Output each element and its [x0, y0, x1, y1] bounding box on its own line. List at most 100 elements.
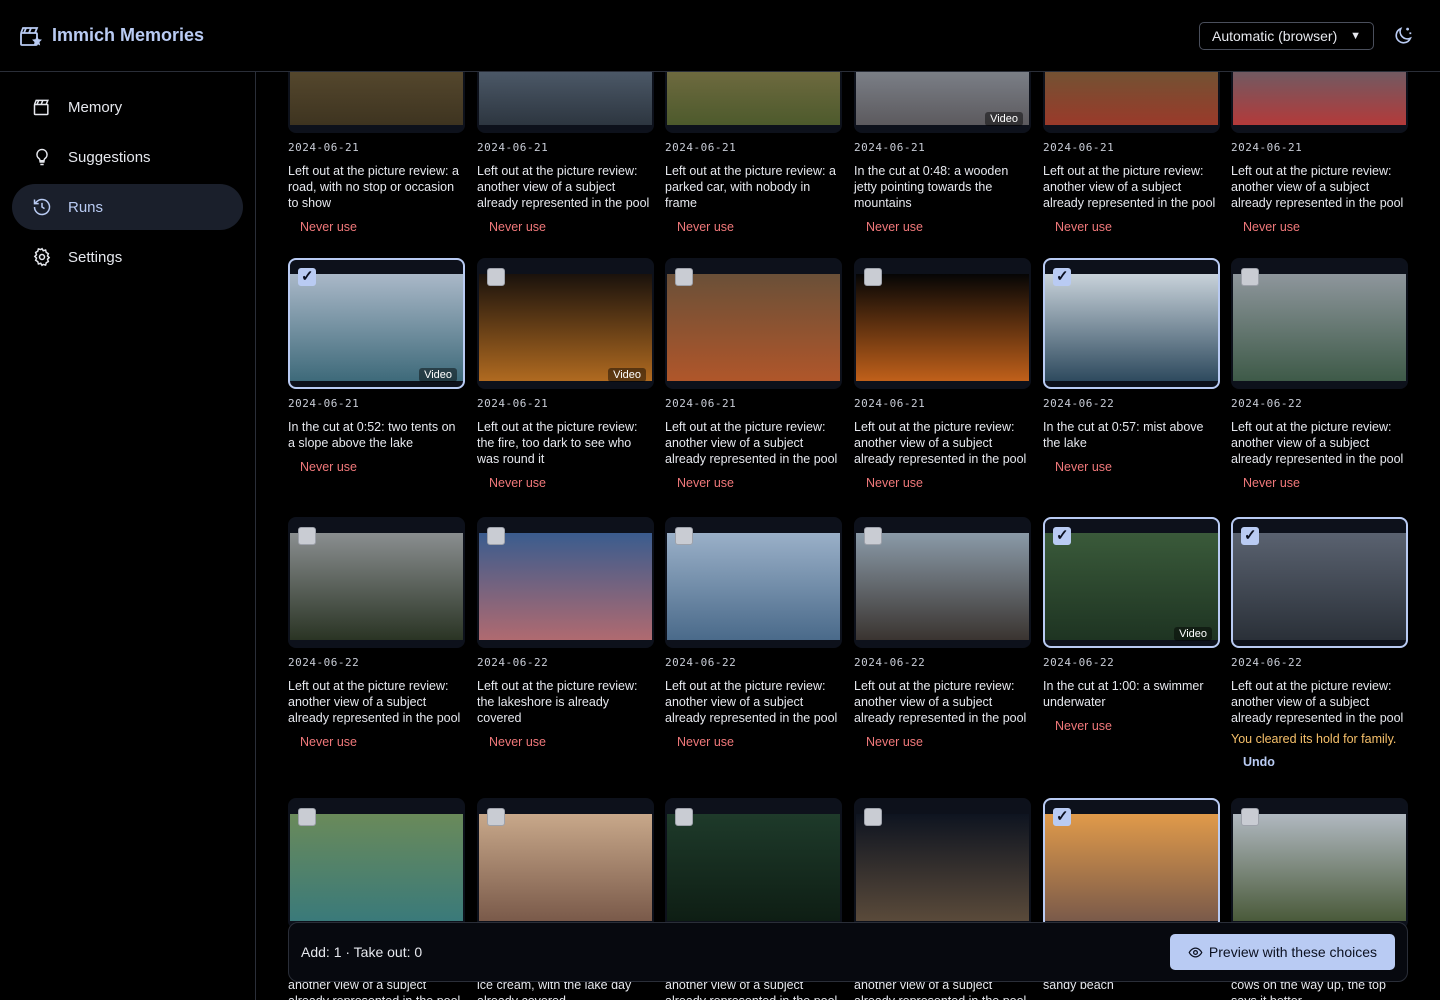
never-use-button[interactable]: Never use [489, 476, 654, 490]
select-checkbox[interactable] [1053, 807, 1071, 826]
never-use-button[interactable]: Never use [677, 220, 842, 234]
moon-icon[interactable] [1392, 25, 1414, 47]
hold-cleared-note: You cleared its hold for family. [1231, 732, 1397, 746]
select-checkbox[interactable] [1053, 526, 1071, 545]
sidebar-item-label: Memory [68, 98, 123, 116]
never-use-button[interactable]: Never use [866, 220, 1031, 234]
select-checkbox[interactable] [1241, 526, 1259, 545]
candidate-description: Left out at the picture review: another … [1231, 420, 1404, 466]
candidate-description: In the cut at 0:52: two tents on a slope… [288, 420, 456, 450]
candidate-thumbnail[interactable] [477, 798, 654, 929]
select-checkbox[interactable] [864, 268, 882, 286]
candidate-description: Left out at the picture review: another … [1043, 164, 1216, 210]
history-icon [33, 198, 51, 216]
candidate-thumbnail[interactable] [288, 72, 465, 133]
thumbnail-image [667, 274, 840, 381]
candidate-card: 2024-06-22 Left out at the picture review… [288, 517, 465, 749]
undo-button[interactable]: Undo [1243, 755, 1408, 769]
select-checkbox[interactable] [1241, 808, 1259, 826]
never-use-button[interactable]: Never use [489, 735, 654, 749]
thumbnail-image [290, 72, 463, 125]
candidate-card: 2024-06-22 Left out at the picture review… [1231, 258, 1408, 490]
candidate-thumbnail[interactable]: Video [477, 258, 654, 389]
candidate-date: 2024-06-22 [1043, 656, 1115, 669]
never-use-button[interactable]: Never use [866, 476, 1031, 490]
select-checkbox[interactable] [675, 808, 693, 826]
select-checkbox[interactable] [487, 268, 505, 286]
sidebar-item-settings[interactable]: Settings [12, 234, 243, 280]
candidate-description: Left out at the picture review: another … [665, 420, 838, 466]
select-checkbox[interactable] [298, 808, 316, 826]
candidate-thumbnail[interactable] [854, 798, 1031, 929]
theme-select[interactable]: Automatic (browser) ▼ [1199, 22, 1374, 50]
never-use-button[interactable]: Never use [300, 460, 465, 474]
candidate-description: Left out at the picture review: another … [1231, 164, 1404, 210]
never-use-button[interactable]: Never use [677, 476, 842, 490]
candidate-card: 2024-06-22 Left out at the picture review… [477, 517, 654, 749]
thumbnail-image [290, 533, 463, 640]
thumbnail-image [1233, 72, 1406, 125]
never-use-button[interactable]: Never use [1243, 220, 1408, 234]
candidate-description: Left out at the picture review: another … [665, 679, 838, 725]
never-use-button[interactable]: Never use [677, 735, 842, 749]
sidebar-item-runs[interactable]: Runs [12, 184, 243, 230]
never-use-button[interactable]: Never use [1055, 460, 1220, 474]
never-use-button[interactable]: Never use [1055, 719, 1220, 733]
candidate-thumbnail[interactable] [288, 798, 465, 929]
preview-button-label: Preview with these choices [1208, 944, 1377, 960]
candidate-thumbnail[interactable] [854, 517, 1031, 648]
candidate-thumbnail[interactable] [1043, 798, 1220, 929]
thumbnail-image [290, 814, 463, 921]
select-checkbox[interactable] [298, 527, 316, 545]
select-checkbox[interactable] [675, 268, 693, 286]
select-checkbox[interactable] [487, 808, 505, 826]
brand[interactable]: Immich Memories [18, 24, 204, 48]
candidate-thumbnail[interactable] [1231, 258, 1408, 389]
candidate-description: Left out at the picture review: another … [854, 679, 1027, 725]
never-use-button[interactable]: Never use [866, 735, 1031, 749]
select-checkbox[interactable] [675, 527, 693, 545]
select-checkbox[interactable] [487, 527, 505, 545]
candidate-card: 2024-06-21 Left out at the picture review… [288, 72, 465, 234]
never-use-button[interactable]: Never use [300, 220, 465, 234]
candidate-thumbnail[interactable] [1231, 72, 1408, 133]
candidate-thumbnail[interactable]: Video [854, 72, 1031, 133]
thumbnail-image [667, 72, 840, 125]
candidate-date: 2024-06-22 [1231, 397, 1303, 410]
select-checkbox[interactable] [1241, 268, 1259, 286]
sidebar-item-suggestions[interactable]: Suggestions [12, 134, 243, 180]
candidate-thumbnail[interactable] [288, 517, 465, 648]
preview-button[interactable]: Preview with these choices [1169, 934, 1395, 970]
candidate-date: 2024-06-21 [854, 397, 926, 410]
candidate-thumbnail[interactable] [854, 258, 1031, 389]
candidate-thumbnail[interactable] [477, 517, 654, 648]
candidate-thumbnail[interactable] [665, 258, 842, 389]
clapperboard-icon [33, 99, 49, 116]
candidate-thumbnail[interactable]: Video [288, 258, 465, 389]
candidate-description: Left out at the picture review: a parked… [665, 164, 836, 210]
thumbnail-image [856, 274, 1029, 381]
candidate-card: 2024-06-21 Left out at the picture review… [1231, 72, 1408, 234]
candidate-thumbnail[interactable] [1231, 517, 1408, 648]
candidate-thumbnail[interactable] [1043, 258, 1220, 389]
sidebar-item-memory[interactable]: Memory [12, 84, 243, 130]
select-checkbox[interactable] [864, 808, 882, 826]
candidate-thumbnail[interactable] [665, 72, 842, 133]
select-checkbox[interactable] [298, 267, 316, 286]
candidate-thumbnail[interactable] [1043, 72, 1220, 133]
select-checkbox[interactable] [864, 527, 882, 545]
never-use-button[interactable]: Never use [1243, 476, 1408, 490]
never-use-button[interactable]: Never use [300, 735, 465, 749]
select-checkbox[interactable] [1053, 267, 1071, 286]
eye-icon [1188, 946, 1203, 958]
never-use-button[interactable]: Never use [489, 220, 654, 234]
candidate-thumbnail[interactable] [1231, 798, 1408, 929]
candidate-thumbnail[interactable] [665, 798, 842, 929]
candidate-card: 2024-06-22 In the cut at 0:57: mist above… [1043, 258, 1220, 474]
candidate-thumbnail[interactable]: Video [1043, 517, 1220, 648]
candidate-thumbnail[interactable] [477, 72, 654, 133]
never-use-button[interactable]: Never use [1055, 220, 1220, 234]
candidate-card: 2024-06-21 Left out at the picture review… [477, 72, 654, 234]
candidate-thumbnail[interactable] [665, 517, 842, 648]
thumbnail-image [290, 274, 463, 381]
